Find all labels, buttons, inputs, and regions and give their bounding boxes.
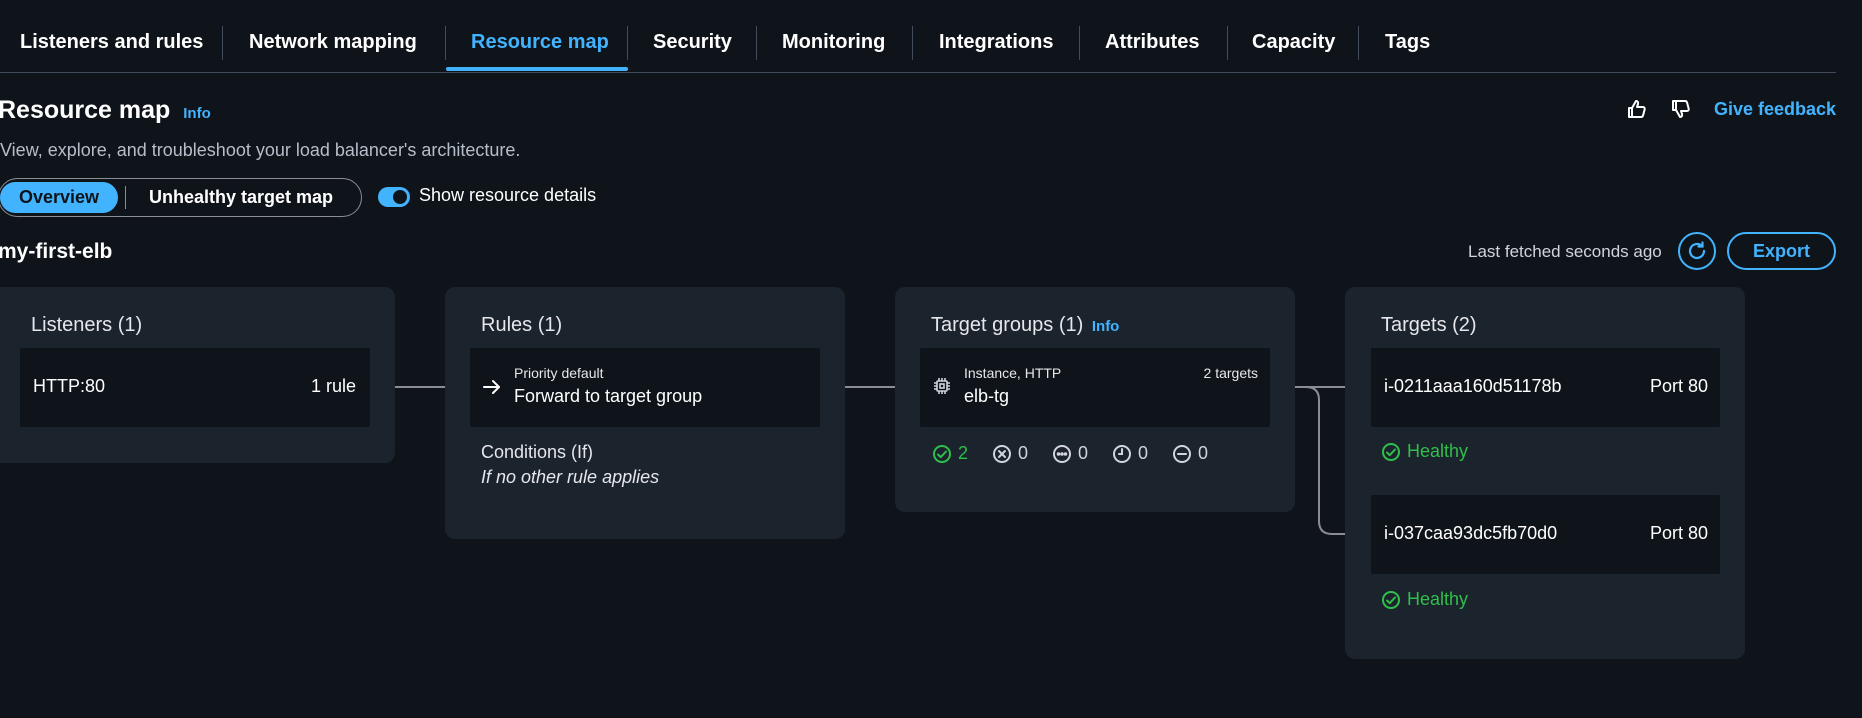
target-status: Healthy xyxy=(1381,441,1468,462)
target-group-item[interactable]: Instance, HTTP 2 targets elb-tg xyxy=(920,348,1270,427)
target-groups-title-text: Target groups (1) xyxy=(931,314,1084,336)
stat-initial-value: 0 xyxy=(1138,443,1149,463)
segment-divider xyxy=(125,186,126,209)
listener-protocol: HTTP:80 xyxy=(33,376,106,396)
target-groups-card: Target groups (1) Info Instance, HTTP 2 … xyxy=(895,287,1295,512)
chip-icon xyxy=(934,378,950,394)
listener-rule-count: 1 rule xyxy=(310,376,356,396)
target-item[interactable]: i-0211aaa160d51178b Port 80 xyxy=(1371,348,1720,427)
listeners-title: Listeners (1) xyxy=(31,314,143,336)
overview-segment[interactable]: Overview xyxy=(0,182,118,213)
target-groups-title: Target groups (1) Info xyxy=(931,314,1119,337)
stat-unused-value: 0 xyxy=(1078,443,1089,463)
target-item[interactable]: i-037caa93dc5fb70d0 Port 80 xyxy=(1371,495,1720,574)
refresh-button[interactable] xyxy=(1678,232,1716,270)
stat-unused: 0 xyxy=(1052,443,1088,464)
target-group-name: elb-tg xyxy=(964,386,1010,406)
tab-network-mapping[interactable]: Network mapping xyxy=(249,0,417,72)
show-resource-details-label: Show resource details xyxy=(419,185,597,205)
rules-card: Rules (1) Priority default Forward to ta… xyxy=(445,287,845,539)
minus-circle-icon xyxy=(1173,444,1191,463)
check-circle-icon xyxy=(1382,590,1400,609)
give-feedback-link[interactable]: Give feedback xyxy=(1714,99,1836,120)
tab-bar: Listeners and rules Network mapping Reso… xyxy=(0,0,1836,73)
stat-draining: 0 xyxy=(1172,443,1208,464)
tab-separator xyxy=(1358,26,1359,60)
arrow-right-icon xyxy=(483,380,500,394)
stat-unhealthy: 0 xyxy=(992,443,1028,464)
thumbs-down-icon[interactable] xyxy=(1670,98,1692,120)
refresh-icon xyxy=(1688,241,1706,260)
tab-separator xyxy=(222,26,223,60)
tab-separator xyxy=(627,26,628,60)
show-resource-details-toggle[interactable] xyxy=(378,187,410,207)
tab-listeners-and-rules[interactable]: Listeners and rules xyxy=(20,0,203,72)
x-circle-icon xyxy=(993,444,1011,463)
rule-item[interactable]: Priority default Forward to target group xyxy=(470,348,820,427)
feedback-bar: Give feedback xyxy=(1626,98,1836,120)
load-balancer-name: my-first-elb xyxy=(0,240,113,263)
tab-attributes[interactable]: Attributes xyxy=(1105,0,1199,72)
clock-icon xyxy=(1113,444,1131,463)
target-port: Port 80 xyxy=(1649,523,1708,543)
rules-title: Rules (1) xyxy=(481,314,563,336)
listeners-card: Listeners (1) HTTP:80 1 rule xyxy=(0,287,395,463)
tab-capacity[interactable]: Capacity xyxy=(1252,0,1335,72)
tab-security[interactable]: Security xyxy=(653,0,732,72)
view-segmented-control: Overview Unhealthy target map xyxy=(0,178,362,217)
target-group-target-count: 2 targets xyxy=(1203,365,1258,381)
toggle-knob xyxy=(393,190,407,204)
listener-item[interactable]: HTTP:80 1 rule xyxy=(20,348,370,427)
tab-resource-map[interactable]: Resource map xyxy=(471,0,609,72)
target-groups-info-link[interactable]: Info xyxy=(1092,318,1120,335)
tab-separator xyxy=(1227,26,1228,60)
tab-tags[interactable]: Tags xyxy=(1385,0,1430,72)
tab-integrations[interactable]: Integrations xyxy=(939,0,1053,72)
stat-unhealthy-value: 0 xyxy=(1018,443,1029,463)
target-status-text: Healthy xyxy=(1407,589,1469,609)
check-circle-icon xyxy=(933,444,951,463)
tab-separator xyxy=(912,26,913,60)
active-tab-indicator xyxy=(446,67,628,71)
page-description: View, explore, and troubleshoot your loa… xyxy=(0,140,521,160)
targets-title: Targets (2) xyxy=(1381,314,1477,336)
stat-draining-value: 0 xyxy=(1198,443,1209,463)
stat-initial: 0 xyxy=(1112,443,1148,464)
check-circle-icon xyxy=(1382,442,1400,461)
ellipsis-circle-icon xyxy=(1053,444,1071,463)
page-title: Resource map Info xyxy=(0,96,211,125)
conditions-label: Conditions (If) xyxy=(481,442,594,462)
last-fetched-text: Last fetched seconds ago xyxy=(1468,242,1662,261)
info-link[interactable]: Info xyxy=(183,105,211,122)
stat-healthy-value: 2 xyxy=(958,443,969,463)
page-title-text: Resource map xyxy=(0,96,171,124)
tab-separator xyxy=(756,26,757,60)
target-id: i-0211aaa160d51178b xyxy=(1384,376,1562,396)
target-status: Healthy xyxy=(1381,589,1468,610)
target-id: i-037caa93dc5fb70d0 xyxy=(1384,523,1558,543)
rule-action: Forward to target group xyxy=(514,386,703,406)
conditions-value: If no other rule applies xyxy=(481,467,660,487)
tab-monitoring[interactable]: Monitoring xyxy=(782,0,885,72)
stat-healthy: 2 xyxy=(932,443,968,464)
rule-priority: Priority default xyxy=(514,365,604,381)
target-status-text: Healthy xyxy=(1407,441,1469,461)
tab-separator xyxy=(445,26,446,60)
unhealthy-target-map-segment[interactable]: Unhealthy target map xyxy=(149,179,333,216)
target-port: Port 80 xyxy=(1649,376,1708,396)
export-button[interactable]: Export xyxy=(1727,232,1836,270)
thumbs-up-icon[interactable] xyxy=(1626,98,1648,120)
tab-separator xyxy=(1079,26,1080,60)
target-group-type: Instance, HTTP xyxy=(964,365,1062,381)
